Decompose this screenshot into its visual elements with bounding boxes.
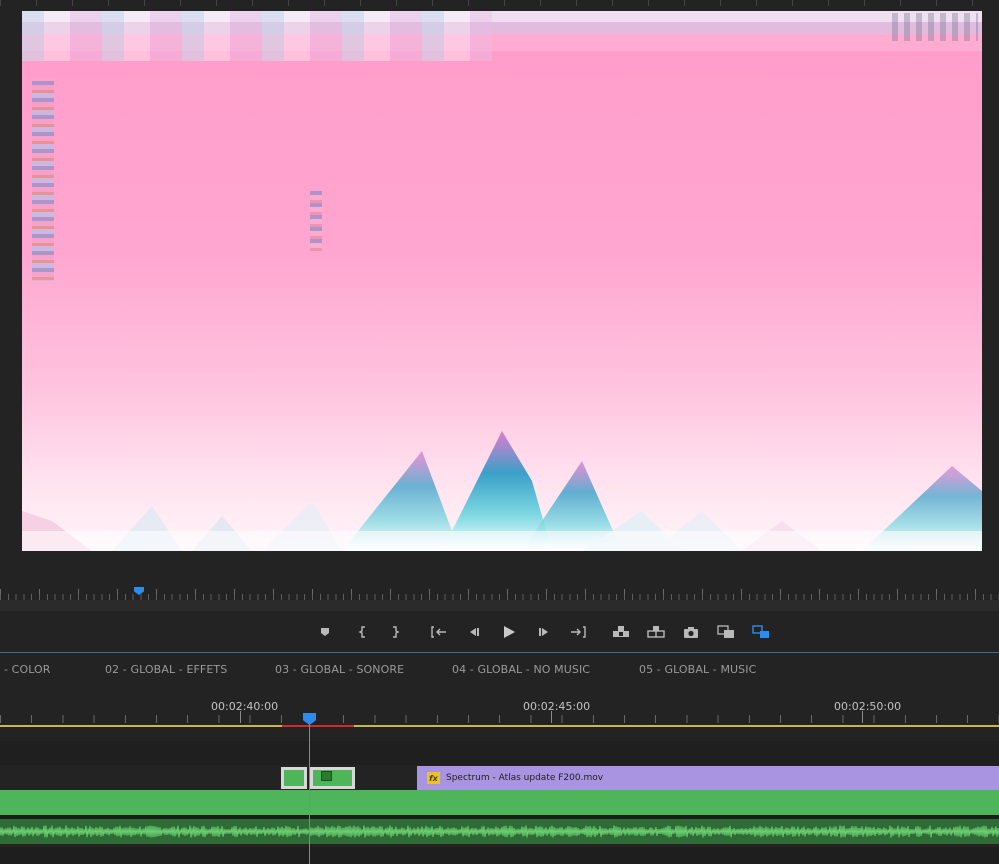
playhead-line: [309, 724, 310, 864]
video-preview[interactable]: [22, 11, 982, 551]
step-back-icon: [470, 628, 479, 636]
mountain-scene: [22, 431, 982, 551]
program-monitor: [0, 0, 999, 588]
monitor-top-ruler: [0, 0, 999, 6]
step-back-button[interactable]: [463, 621, 485, 643]
clip-name: Spectrum - Atlas update F200.mov: [446, 773, 604, 783]
ruler-major-ticks: [240, 711, 999, 723]
tab-global-no-music[interactable]: 04 - GLOBAL - NO MUSIC: [452, 663, 590, 676]
play-icon: [504, 626, 515, 638]
mark-in-button[interactable]: [352, 621, 374, 643]
transport-controls: [0, 611, 999, 651]
add-marker-icon: [321, 628, 329, 636]
export-frame-icon: [684, 626, 698, 638]
video-clip-small[interactable]: [281, 767, 307, 789]
tab-global-music[interactable]: 05 - GLOBAL - MUSIC: [639, 663, 756, 676]
play-button[interactable]: [498, 621, 520, 643]
go-to-in-icon: [431, 626, 446, 638]
fx-icon: fx: [427, 772, 440, 784]
lift-icon: [613, 626, 629, 637]
zoom-scroll-bar[interactable]: [0, 600, 999, 611]
video-clip[interactable]: fx Spectrum - Atlas update F200.mov: [417, 766, 999, 790]
go-to-out-icon: [571, 626, 586, 638]
proxy-toggle-button[interactable]: [750, 621, 772, 643]
go-to-in-button[interactable]: [428, 621, 450, 643]
mark-out-icon: [393, 626, 400, 638]
proxy-toggle-icon: [752, 625, 769, 638]
video-track-empty[interactable]: [0, 741, 999, 766]
waveform-path: [0, 825, 999, 838]
video-clip-fx-small[interactable]: [310, 767, 355, 789]
audio-waveform: [0, 825, 999, 838]
mark-out-button[interactable]: [384, 621, 406, 643]
render-status-bar: [282, 725, 354, 727]
export-frame-button[interactable]: [680, 621, 702, 643]
audio-clip-2[interactable]: [0, 819, 999, 844]
mark-in-icon: [358, 626, 365, 638]
tab-color[interactable]: - COLOR: [4, 663, 51, 676]
comparison-view-button[interactable]: [715, 621, 737, 643]
tab-global-sonore[interactable]: 03 - GLOBAL - SONORE: [275, 663, 404, 676]
sequence-tabs: - COLOR 02 - GLOBAL - EFFETS 03 - GLOBAL…: [0, 652, 999, 687]
comparison-view-icon: [717, 625, 734, 638]
extract-button[interactable]: [645, 621, 667, 643]
tab-global-effets[interactable]: 02 - GLOBAL - EFFETS: [105, 663, 227, 676]
step-forward-button[interactable]: [533, 621, 555, 643]
fx-icon: [321, 771, 332, 781]
step-forward-icon: [539, 628, 548, 636]
go-to-out-button[interactable]: [567, 621, 589, 643]
audio-track-empty[interactable]: [0, 847, 999, 864]
audio-clip-1[interactable]: [0, 790, 999, 815]
lift-button[interactable]: [610, 621, 632, 643]
extract-icon: [647, 626, 665, 638]
work-area-bar[interactable]: [0, 725, 999, 727]
add-marker-button[interactable]: [314, 621, 336, 643]
